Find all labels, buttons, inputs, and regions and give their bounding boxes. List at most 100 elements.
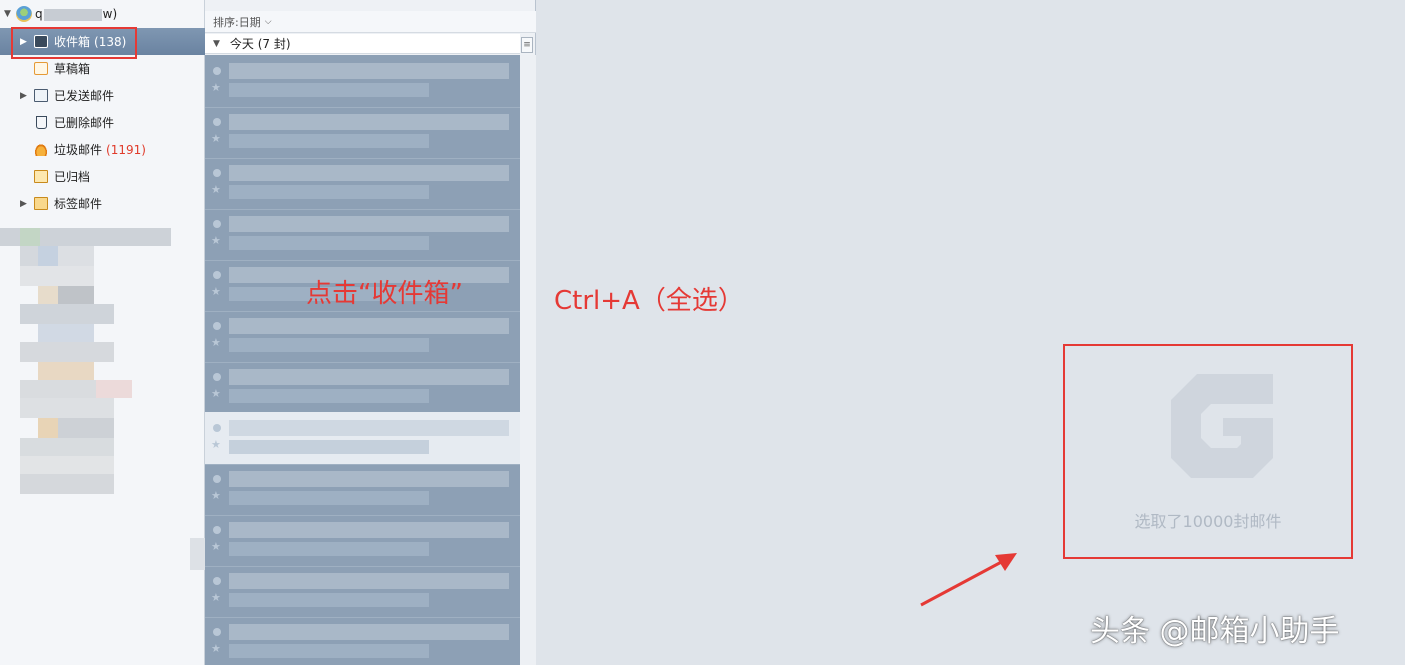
star-icon[interactable]: ★ (211, 183, 221, 196)
star-icon[interactable]: ★ (211, 489, 221, 502)
redacted-subject (229, 338, 429, 352)
redacted-subject (229, 83, 429, 97)
expand-triangle-icon[interactable]: ▶ (20, 199, 34, 209)
redacted-sender (229, 165, 509, 181)
annotation-ctrl-a: Ctrl+A（全选） (554, 286, 744, 316)
expand-triangle-icon[interactable]: ▶ (20, 37, 34, 47)
folder-label: 已归档 (54, 170, 91, 184)
message-row-redacted[interactable]: ★ (205, 565, 520, 618)
sort-selector[interactable]: 排序:日期 ⌵ (205, 11, 536, 33)
redacted-sender (229, 318, 509, 334)
list-menu-button[interactable]: ≡ (521, 37, 533, 53)
mail-app-logo-icon (1171, 374, 1273, 478)
list-scrollbar[interactable] (520, 55, 536, 665)
star-icon[interactable]: ★ (211, 81, 221, 94)
folder-item[interactable]: 已删除邮件 (0, 109, 205, 136)
date-group-label: 今天 (7 封) (229, 37, 291, 51)
sent-icon (34, 89, 48, 102)
star-icon[interactable]: ★ (211, 336, 221, 349)
expand-triangle-icon[interactable]: ▶ (20, 91, 34, 101)
redacted-subject (229, 236, 429, 250)
account-avatar-icon (16, 6, 32, 22)
message-list-pane: 排序:日期 ⌵ ▼ 今天 (7 封) ≡ ★ ★ ★ ★ ★ ★ ★ ★ ★ ★ ★ ★ (205, 0, 536, 665)
redacted-account-text (43, 8, 102, 21)
folder-item[interactable]: 垃圾邮件 (1191) (0, 136, 205, 163)
unread-dot-icon[interactable] (213, 577, 221, 585)
folder-item[interactable]: ▶ 标签邮件 (0, 190, 205, 217)
redacted-subject (229, 389, 429, 403)
inbox-icon (34, 35, 48, 48)
unread-dot-icon[interactable] (213, 526, 221, 534)
trash-icon (36, 116, 47, 129)
unread-dot-icon[interactable] (213, 118, 221, 126)
redacted-subject (229, 134, 429, 148)
unread-dot-icon[interactable] (213, 628, 221, 636)
message-row-redacted[interactable]: ★ (205, 55, 520, 108)
spam-icon (34, 143, 48, 156)
chevron-down-icon: ⌵ (264, 16, 272, 27)
unread-dot-icon[interactable] (213, 220, 221, 228)
star-icon[interactable]: ★ (211, 540, 221, 553)
folder-item[interactable]: 草稿箱 (0, 55, 205, 82)
date-group-header[interactable]: ▼ 今天 (7 封) (205, 34, 520, 54)
folder-unread-count: (1191) (106, 142, 146, 157)
account-name: q w) (35, 7, 118, 21)
star-icon[interactable]: ★ (211, 132, 221, 145)
redacted-sender (229, 522, 509, 538)
message-row-redacted[interactable]: ★ (205, 616, 520, 665)
folder-item[interactable]: ▶ 已发送邮件 (0, 82, 205, 109)
redacted-subject (229, 542, 429, 556)
folder-label: 标签邮件 (54, 197, 103, 211)
unread-dot-icon[interactable] (213, 424, 221, 432)
star-icon[interactable]: ★ (211, 387, 221, 400)
message-list: ★ ★ ★ ★ ★ ★ ★ ★ ★ ★ ★ ★ (205, 55, 520, 665)
redacted-sender (229, 114, 509, 130)
redacted-sender (229, 216, 509, 232)
archive-icon (34, 170, 48, 183)
star-icon[interactable]: ★ (211, 438, 221, 451)
message-row-redacted[interactable]: ★ (205, 310, 520, 363)
message-row-redacted[interactable]: ★ (205, 208, 520, 261)
message-row-redacted[interactable]: ★ (205, 157, 520, 210)
star-icon[interactable]: ★ (211, 234, 221, 247)
redacted-sender (229, 369, 509, 385)
message-row-redacted[interactable]: ★ (205, 361, 520, 414)
unread-dot-icon[interactable] (213, 169, 221, 177)
annotation-click-inbox: 点击“收件箱” (306, 279, 463, 309)
folder-label: 已删除邮件 (54, 116, 115, 130)
redacted-sender (229, 471, 509, 487)
unread-dot-icon[interactable] (213, 67, 221, 75)
folder-item[interactable]: ▶ 收件箱 (138) (0, 28, 205, 55)
star-icon[interactable]: ★ (211, 285, 221, 298)
folder-item[interactable]: 已归档 (0, 163, 205, 190)
collapse-triangle-icon[interactable]: ▼ (4, 9, 16, 19)
unread-dot-icon[interactable] (213, 373, 221, 381)
sort-label: 排序:日期 (213, 15, 261, 29)
unread-dot-icon[interactable] (213, 271, 221, 279)
tag-icon (34, 197, 48, 210)
redacted-sender (229, 624, 509, 640)
folder-sidebar: ▼ q w) ▶ 收件箱 (138) 草稿箱 ▶ 已发送邮件已删除邮件垃圾邮件 (1191) 已… (0, 0, 205, 665)
redacted-subject (229, 593, 429, 607)
folder-unread-count: (138) (94, 34, 127, 49)
message-row-redacted[interactable]: ★ (205, 514, 520, 567)
selected-count-text: 选取了10000封邮件 (1134, 512, 1282, 531)
redacted-subject (229, 491, 429, 505)
unread-dot-icon[interactable] (213, 322, 221, 330)
account-node[interactable]: ▼ q w) (4, 4, 117, 24)
unread-dot-icon[interactable] (213, 475, 221, 483)
message-row-redacted[interactable]: ★ (205, 412, 520, 465)
watermark: 头条 @邮箱小助手 (1090, 614, 1340, 649)
redacted-subject (229, 440, 429, 454)
folder-label: 已发送邮件 (54, 89, 115, 103)
message-row-redacted[interactable]: ★ (205, 463, 520, 516)
star-icon[interactable]: ★ (211, 642, 221, 655)
folder-label: 垃圾邮件 (54, 143, 103, 157)
collapse-triangle-icon[interactable]: ▼ (213, 39, 220, 49)
star-icon[interactable]: ★ (211, 591, 221, 604)
redacted-sender (229, 63, 509, 79)
redacted-sender (229, 573, 509, 589)
folder-label: 草稿箱 (54, 62, 91, 76)
message-row-redacted[interactable]: ★ (205, 106, 520, 159)
pointer-arrow-icon (920, 553, 1017, 607)
